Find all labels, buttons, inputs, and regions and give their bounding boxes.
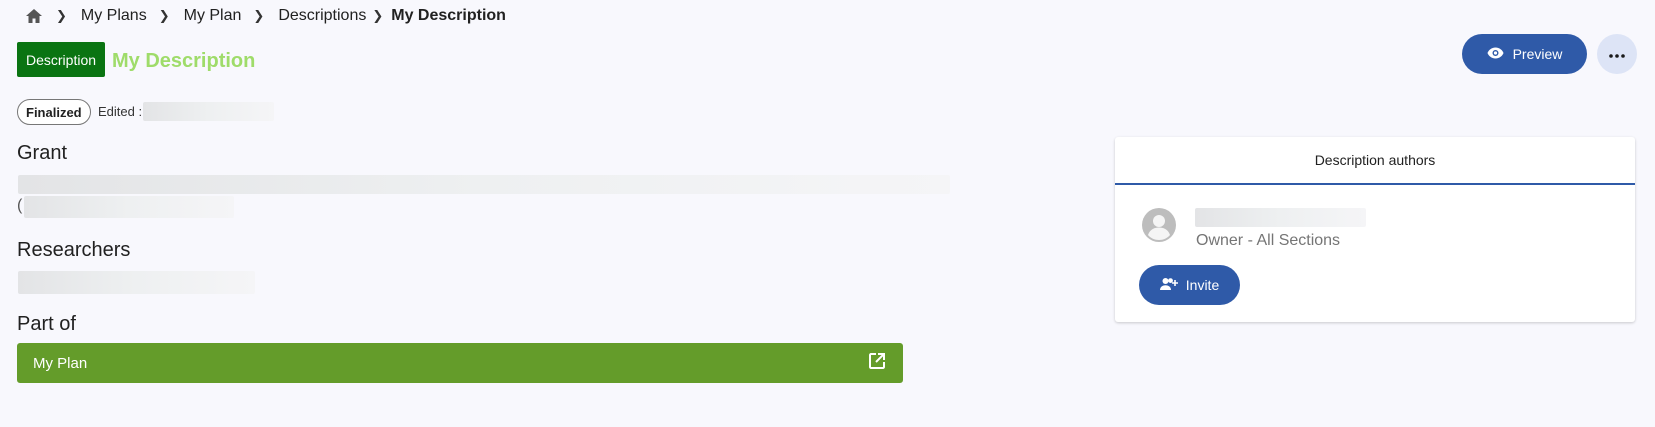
type-badge: Description xyxy=(17,42,106,77)
grant-value-placeholder-2 xyxy=(24,196,234,218)
home-icon[interactable] xyxy=(24,6,44,26)
breadcrumb-my-plan[interactable]: My Plan xyxy=(184,7,242,25)
grant-value-placeholder xyxy=(18,175,950,194)
grant-heading: Grant xyxy=(17,142,68,164)
invite-label: Invite xyxy=(1185,277,1220,293)
account-circle-icon xyxy=(1141,207,1177,248)
page-title: My Description xyxy=(112,50,256,72)
breadcrumb-descriptions[interactable]: Descriptions xyxy=(278,7,366,25)
description-page: ❯ My Plans ❯ My Plan ❯ Descriptions ❯ My… xyxy=(0,0,1655,427)
author-name-placeholder xyxy=(1195,208,1366,227)
chevron-right-icon: ❯ xyxy=(56,8,67,23)
preview-label: Preview xyxy=(1512,46,1563,62)
author-item xyxy=(1141,207,1177,248)
open-in-new-icon xyxy=(867,351,887,375)
chevron-right-icon: ❯ xyxy=(253,8,265,23)
grant-paren: ( xyxy=(17,197,23,214)
author-role: Owner - All Sections xyxy=(1196,232,1341,249)
authors-card: Description authors Owner - All Sections… xyxy=(1115,137,1635,322)
more-horiz-icon xyxy=(1609,45,1625,63)
chevron-right-icon: ❯ xyxy=(372,8,384,23)
status-badge: Finalized xyxy=(17,99,91,125)
edited-label: Edited : xyxy=(98,104,143,119)
breadcrumb-current: My Description xyxy=(391,7,506,24)
chevron-right-icon: ❯ xyxy=(158,8,170,23)
breadcrumb-my-plans[interactable]: My Plans xyxy=(81,7,147,25)
edited-date-placeholder xyxy=(143,102,274,121)
researchers-heading: Researchers xyxy=(17,239,131,261)
more-options-button[interactable] xyxy=(1597,34,1637,74)
invite-button[interactable]: Invite xyxy=(1139,265,1240,305)
preview-button[interactable]: Preview xyxy=(1462,34,1587,74)
part-of-plan-link[interactable]: My Plan xyxy=(17,343,903,383)
group-add-icon xyxy=(1159,277,1178,294)
breadcrumb: ❯ My Plans ❯ My Plan ❯ Descriptions ❯ My… xyxy=(24,4,506,28)
part-of-heading: Part of xyxy=(17,313,76,335)
tab-description-authors[interactable]: Description authors xyxy=(1115,137,1635,185)
eye-icon xyxy=(1487,46,1504,62)
researchers-value-placeholder xyxy=(18,271,255,294)
plan-link-label: My Plan xyxy=(33,354,88,372)
